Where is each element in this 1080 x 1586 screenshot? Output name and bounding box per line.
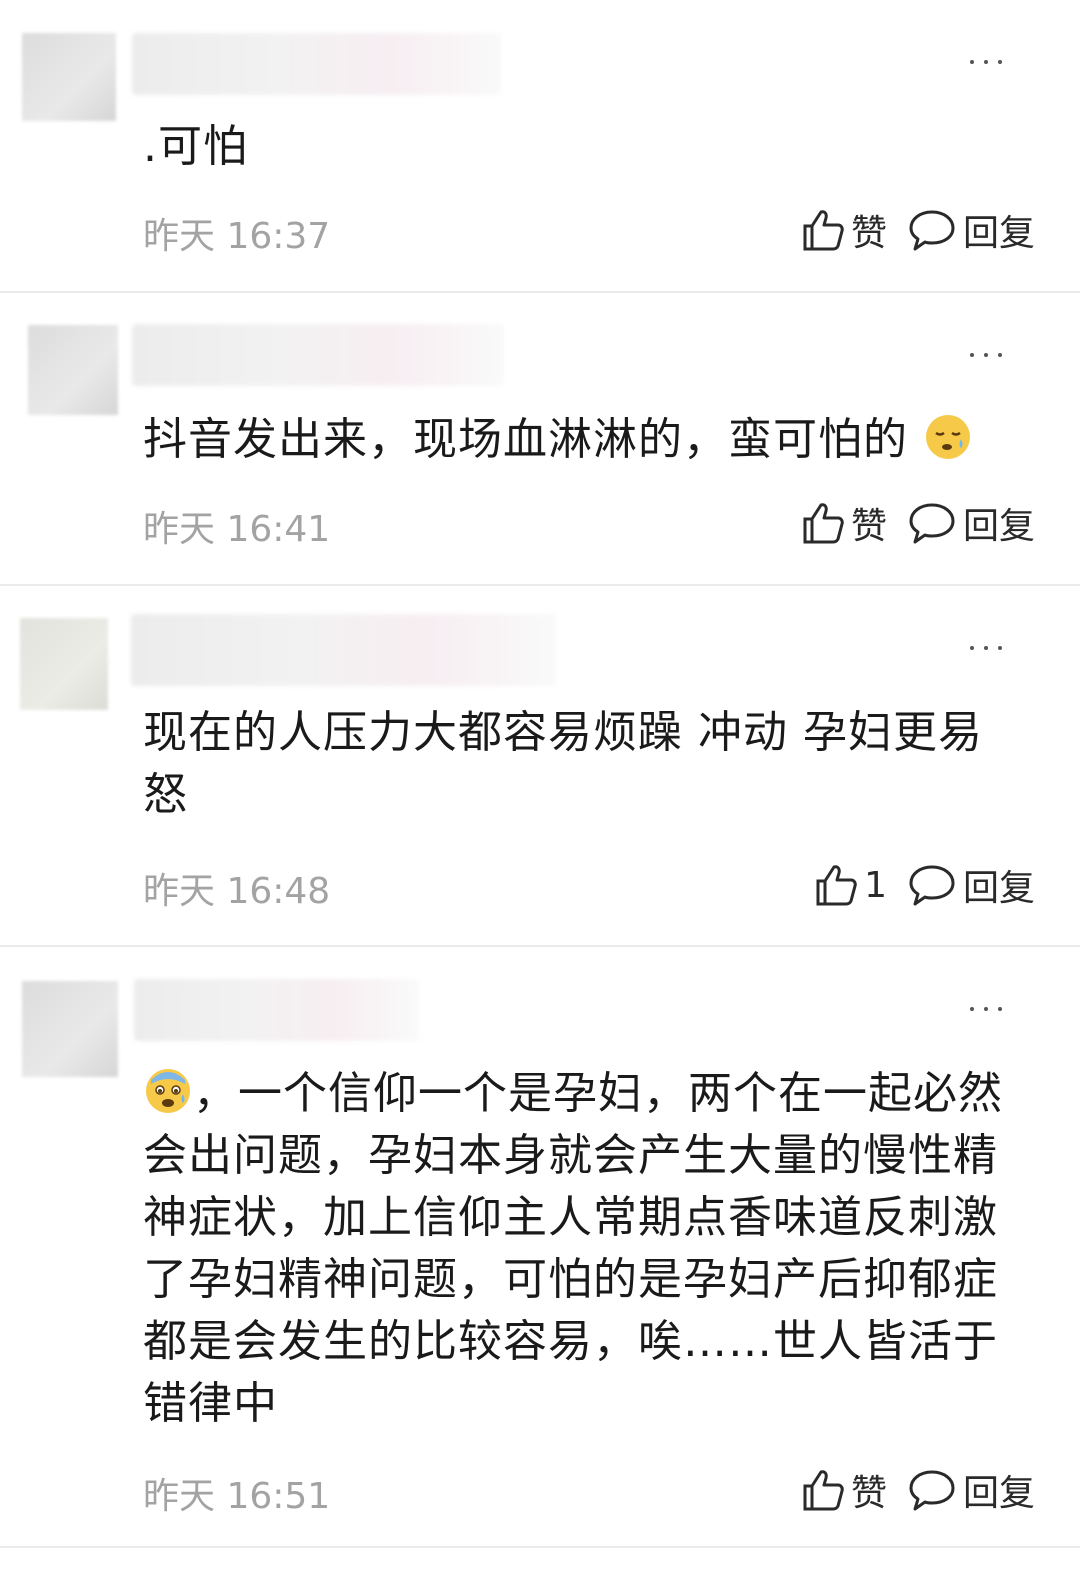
like-button[interactable]: 赞: [801, 497, 887, 549]
speech-bubble-icon: [909, 210, 955, 251]
comment-text: 抖音发出来，现场血淋淋的，蛮可怕的: [143, 409, 1043, 471]
more-dots-icon: [970, 60, 974, 64]
reply-button[interactable]: 回复: [907, 1464, 1035, 1516]
comment-text: 现在的人压力大都容易烦躁 冲动 孕妇更易 怒: [143, 702, 1043, 826]
reply-button[interactable]: 回复: [907, 497, 1035, 549]
thumbs-up-icon: [803, 1470, 844, 1511]
more-options-button[interactable]: [970, 345, 1002, 365]
avatar[interactable]: [22, 981, 118, 1077]
divider: [0, 1546, 1080, 1548]
like-button[interactable]: 赞: [801, 204, 887, 256]
comment-actions: 赞 回复: [801, 206, 1035, 254]
more-dots-icon: [970, 353, 974, 357]
timestamp: 昨天 16:37: [143, 216, 331, 257]
comment-text-line: 怒: [143, 769, 188, 820]
comment-text-line: 了孕妇精神问题，可怕的是孕妇产后抑郁症: [143, 1254, 998, 1305]
more-options-button[interactable]: [970, 52, 1002, 72]
username[interactable]: [132, 33, 502, 95]
thumbs-up-icon: [803, 210, 844, 251]
sleepy-sweat-emoji: [926, 415, 970, 459]
like-label: 赞: [850, 213, 887, 254]
username[interactable]: [131, 614, 557, 686]
comment-text-line: 现在的人压力大都容易烦躁 冲动 孕妇更易: [143, 707, 983, 758]
comment-text-line: 会出问题，孕妇本身就会产生大量的慢性精: [143, 1130, 998, 1181]
comment-text-body: 抖音发出来，现场血淋淋的，蛮可怕的: [143, 414, 908, 465]
comment-item: ，一个信仰一个是孕妇，两个在一起必然 会出问题，孕妇本身就会产生大量的慢性精 神…: [0, 947, 1080, 1547]
fearful-sweat-emoji: [146, 1069, 190, 1113]
like-label: 赞: [850, 506, 887, 547]
comment-text-line: 神症状，加上信仰主人常期点香味道反刺激: [143, 1192, 998, 1243]
speech-bubble-icon: [909, 865, 955, 906]
avatar[interactable]: [22, 33, 116, 121]
more-dots-icon: [970, 1007, 974, 1011]
reply-button[interactable]: 回复: [907, 204, 1035, 256]
reply-label: 回复: [962, 213, 1035, 254]
more-dots-icon: [970, 646, 974, 650]
timestamp: 昨天 16:51: [143, 1476, 331, 1517]
like-button[interactable]: 1: [814, 863, 887, 907]
more-options-button[interactable]: [970, 638, 1002, 658]
like-button[interactable]: 赞: [801, 1464, 887, 1516]
comment-actions: 赞 回复: [801, 1466, 1035, 1514]
reply-label: 回复: [962, 1473, 1035, 1514]
speech-bubble-icon: [909, 1470, 955, 1511]
reply-label: 回复: [962, 868, 1035, 909]
comment-item: 现在的人压力大都容易烦躁 冲动 孕妇更易 怒 昨天 16:48 1 回复: [0, 586, 1080, 946]
speech-bubble-icon: [909, 503, 955, 544]
comment-text-line: ，一个信仰一个是孕妇，两个在一起必然: [193, 1068, 1003, 1119]
thumbs-up-icon: [803, 503, 844, 544]
avatar[interactable]: [28, 325, 118, 415]
username[interactable]: [132, 324, 504, 386]
like-count: 1: [864, 864, 887, 906]
reply-label: 回复: [962, 506, 1035, 547]
avatar[interactable]: [20, 618, 108, 710]
comment-text: ，一个信仰一个是孕妇，两个在一起必然 会出问题，孕妇本身就会产生大量的慢性精 神…: [143, 1063, 1043, 1435]
more-options-button[interactable]: [970, 999, 1002, 1019]
timestamp: 昨天 16:48: [143, 871, 331, 912]
comment-actions: 1 回复: [814, 861, 1035, 909]
comment-text-line: 都是会发生的比较容易，唉……世人皆活于: [143, 1316, 998, 1367]
comment-actions: 赞 回复: [801, 499, 1035, 547]
reply-button[interactable]: 回复: [907, 859, 1035, 911]
comment-item: .可怕 昨天 16:37 赞 回复: [0, 0, 1080, 292]
like-label: 赞: [850, 1473, 887, 1514]
thumbs-up-icon: [816, 865, 857, 906]
comment-item: 抖音发出来，现场血淋淋的，蛮可怕的 昨天 16:41 赞 回复: [0, 293, 1080, 585]
username[interactable]: [134, 979, 419, 1041]
timestamp: 昨天 16:41: [143, 509, 331, 550]
comment-text: .可怕: [143, 121, 248, 172]
comment-text-line: 错律中: [143, 1378, 278, 1429]
